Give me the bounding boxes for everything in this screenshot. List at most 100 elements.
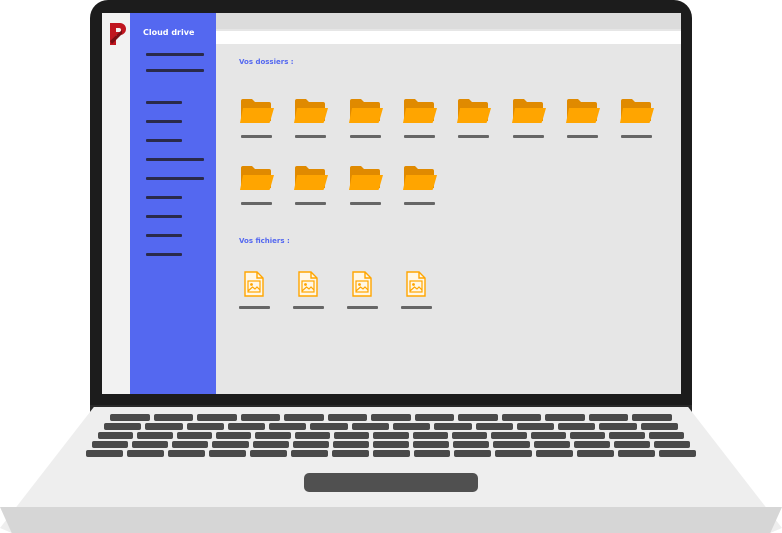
keyboard-key — [372, 450, 410, 457]
keyboard-key — [413, 450, 451, 457]
keyboard-key — [292, 441, 329, 448]
keyboard-key — [558, 423, 596, 430]
keyboard-key — [493, 441, 530, 448]
folder-tile[interactable] — [509, 97, 549, 141]
keyboard-key — [545, 414, 585, 421]
key-row — [92, 441, 691, 448]
folder-name-placeholder — [458, 135, 490, 138]
folder-icon — [456, 97, 492, 125]
keyboard-key — [599, 423, 637, 430]
sidebar-item[interactable] — [146, 120, 182, 123]
image-file-icon — [243, 271, 265, 297]
sidebar-item[interactable] — [146, 215, 182, 218]
keyboard-key — [413, 441, 450, 448]
image-file-icon — [351, 271, 373, 297]
keyboard-key — [176, 432, 212, 439]
folder-icon — [402, 164, 438, 192]
app-logo-icon — [110, 23, 126, 45]
sidebar-item[interactable] — [146, 139, 182, 142]
folder-tile[interactable] — [237, 164, 277, 208]
folder-tile[interactable] — [291, 97, 331, 141]
keyboard-key — [573, 441, 610, 448]
top-bar — [216, 13, 681, 29]
keyboard-key — [454, 450, 492, 457]
folder-icon — [511, 97, 547, 125]
keyboard-key — [618, 450, 656, 457]
keyboard-key — [197, 414, 237, 421]
file-name-placeholder — [293, 306, 324, 309]
keyboard-key — [632, 414, 672, 421]
folder-icon — [293, 164, 329, 192]
image-file-icon — [297, 271, 319, 297]
file-tile[interactable] — [235, 271, 275, 315]
keyboard-key — [126, 450, 164, 457]
keyboard-key — [536, 450, 574, 457]
folder-icon — [619, 97, 655, 125]
file-tile[interactable] — [397, 271, 437, 315]
folder-name-placeholder — [621, 135, 653, 138]
files-section-title: Vos fichiers : — [239, 237, 290, 245]
sidebar-item[interactable] — [146, 158, 204, 161]
keyboard-key — [609, 432, 645, 439]
folder-tile[interactable] — [237, 97, 277, 141]
keyboard-key — [327, 414, 368, 421]
sidebar-item[interactable] — [146, 234, 182, 237]
folder-tile[interactable] — [346, 97, 386, 141]
keyboard-key — [132, 441, 169, 448]
folder-tile[interactable] — [563, 97, 603, 141]
sidebar: Cloud drive — [130, 13, 216, 394]
keyboard-key — [110, 414, 150, 421]
keyboard-key — [458, 414, 498, 421]
keyboard-key — [569, 432, 606, 439]
keyboard-key — [475, 423, 513, 430]
keyboard-key — [208, 450, 246, 457]
keyboard-key — [104, 423, 142, 430]
keyboard-key — [659, 450, 697, 457]
keyboard-key — [137, 432, 173, 439]
folder-name-placeholder — [349, 135, 381, 138]
folder-name-placeholder — [295, 202, 327, 205]
folder-tile[interactable] — [400, 164, 440, 208]
keyboard-key — [249, 450, 287, 457]
folder-tile[interactable] — [346, 164, 386, 208]
keyboard-key — [640, 423, 678, 430]
keyboard-key — [333, 432, 370, 439]
keyboard-key — [172, 441, 209, 448]
sidebar-item[interactable] — [146, 253, 182, 256]
keyboard-key — [648, 432, 684, 439]
keyboard-key — [332, 441, 369, 448]
file-tile[interactable] — [289, 271, 329, 315]
key-row — [110, 414, 672, 421]
top-search-field[interactable] — [216, 31, 681, 44]
folder-tile[interactable] — [454, 97, 494, 141]
folder-tile[interactable] — [291, 164, 331, 208]
sidebar-item[interactable] — [146, 69, 204, 72]
keyboard-key — [453, 441, 490, 448]
keyboard-key — [240, 414, 281, 421]
keyboard-key — [331, 450, 369, 457]
sidebar-item[interactable] — [146, 196, 182, 199]
keyboard-key — [212, 441, 249, 448]
folder-tile[interactable] — [617, 97, 657, 141]
keyboard-key — [451, 432, 488, 439]
keyboard-key — [252, 441, 289, 448]
keyboard-key — [294, 432, 330, 439]
file-tile[interactable] — [343, 271, 383, 315]
touchpad[interactable] — [304, 473, 478, 492]
folder-name-placeholder — [566, 135, 598, 138]
keyboard-key — [373, 432, 409, 439]
folder-name-placeholder — [403, 202, 435, 205]
folder-name-placeholder — [241, 202, 272, 205]
keyboard-key — [186, 423, 224, 430]
sidebar-item[interactable] — [146, 101, 182, 104]
keyboard-key — [145, 423, 183, 430]
folder-tile[interactable] — [400, 97, 440, 141]
keyboard-key — [167, 450, 205, 457]
keyboard-key — [577, 450, 615, 457]
keyboard-key — [98, 432, 134, 439]
keyboard-key — [372, 441, 410, 448]
sidebar-item[interactable] — [146, 177, 204, 180]
keyboard — [86, 412, 697, 464]
keyboard-key — [371, 414, 411, 421]
sidebar-item[interactable] — [146, 53, 204, 56]
